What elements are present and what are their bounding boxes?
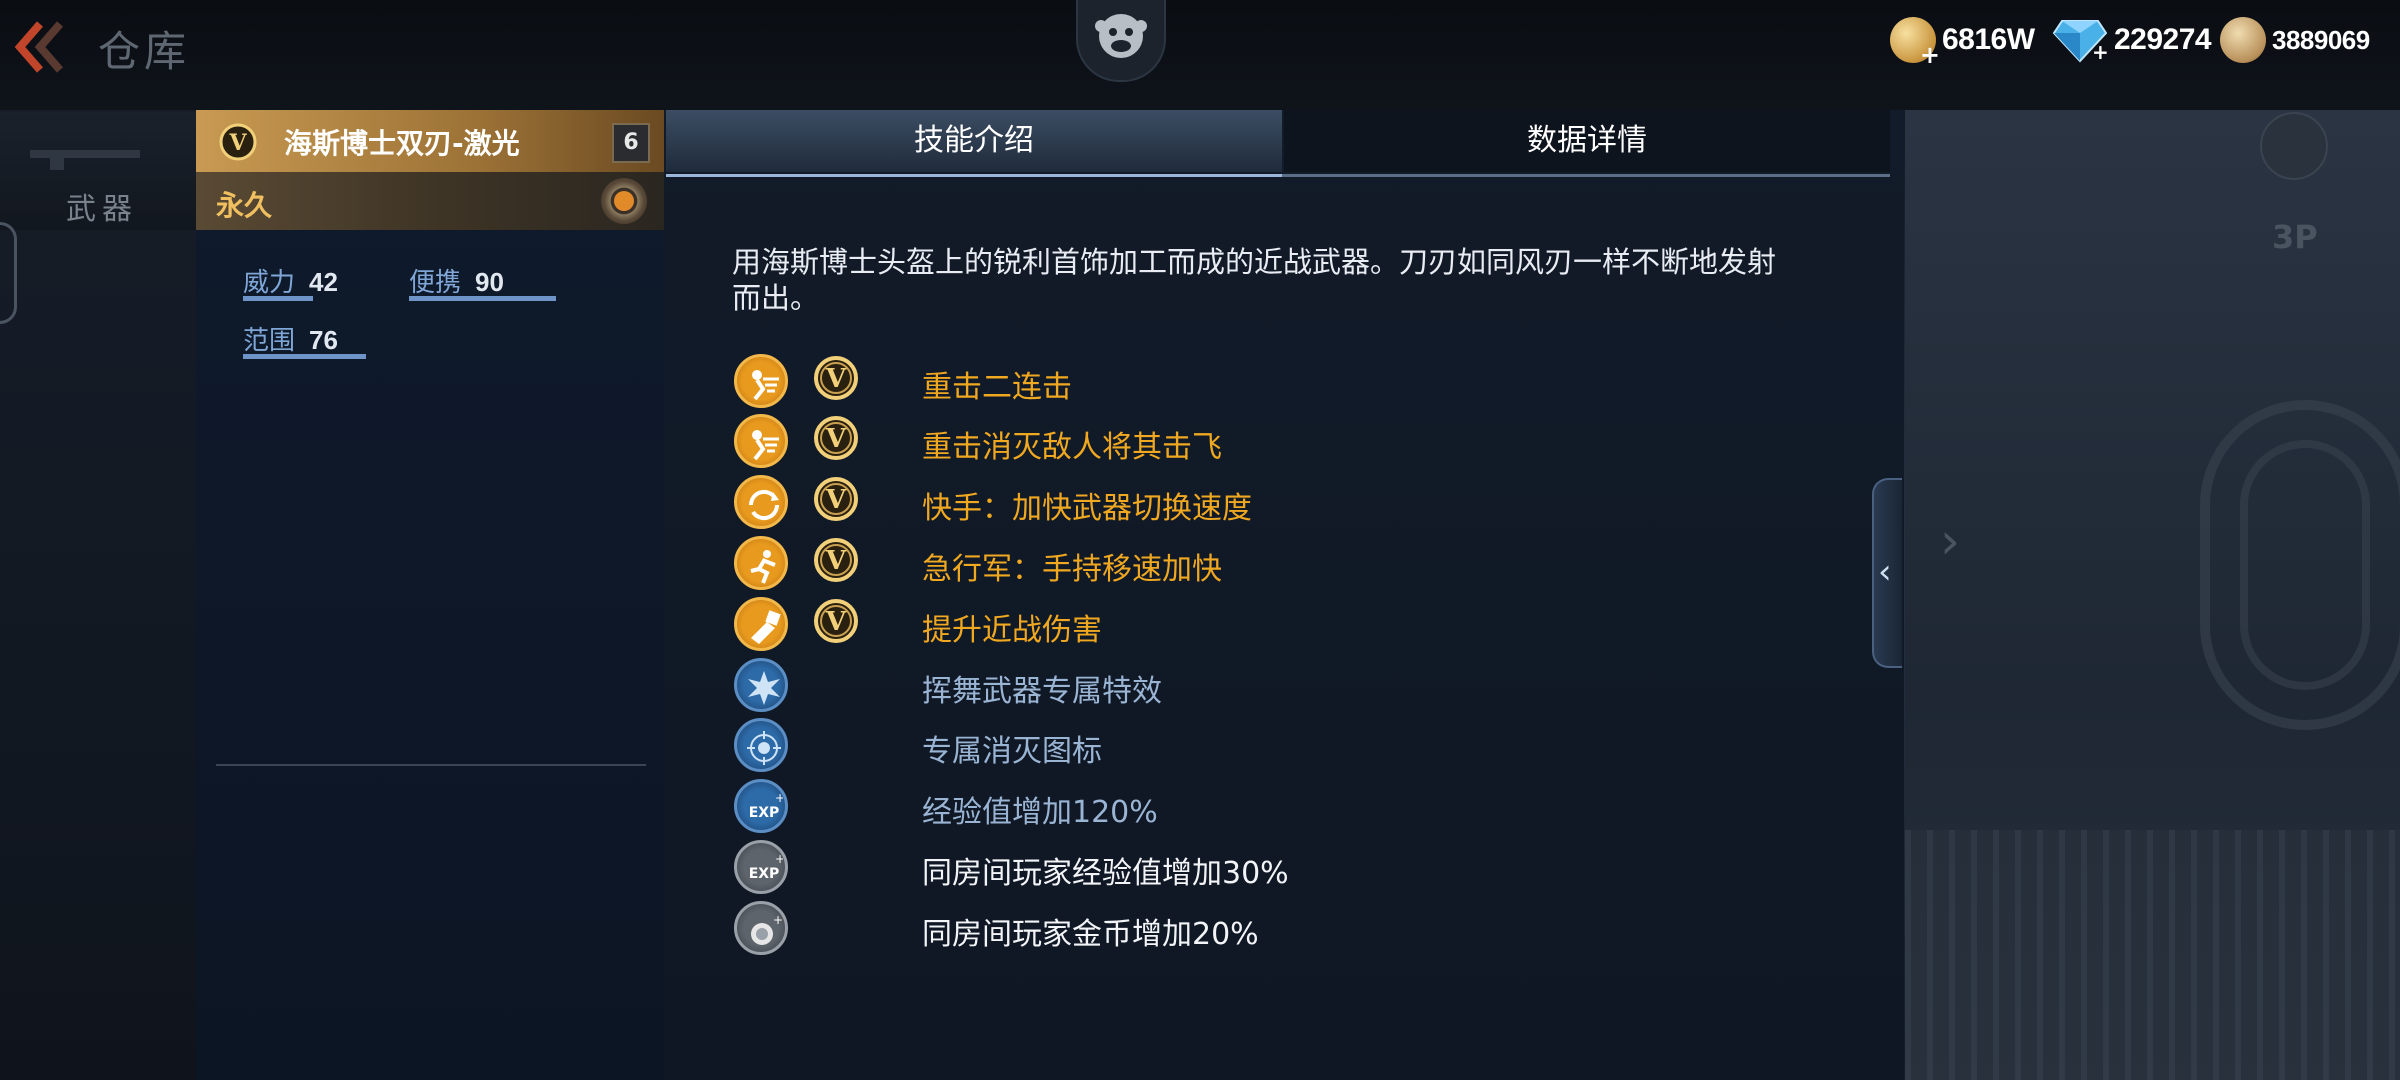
stat-portability: 便携 90 (409, 262, 504, 299)
token-icon (2220, 17, 2266, 63)
perk-row: EXP + 经验值增加120% (734, 779, 1834, 835)
perk-text: 挥舞武器专属特效 (922, 674, 1162, 709)
svg-text:+: + (775, 791, 783, 805)
tab-data-details[interactable]: 数据详情 (1284, 110, 1890, 172)
diamond-currency[interactable]: + 229274 (2052, 16, 2212, 64)
perk-text: 快手：加快武器切换速度 (922, 491, 1252, 526)
gold-currency[interactable]: 6816W (1890, 16, 2035, 69)
perk-row: EXP + 同房间玩家经验值增加30% (734, 840, 1834, 896)
gorilla-emblem-icon[interactable] (1076, 0, 1166, 82)
vip-badge-icon: V (218, 122, 258, 166)
stat-power: 威力 42 (243, 262, 338, 299)
perk-row: + 同房间玩家金币增加20% (734, 901, 1834, 957)
weapon-duration: 永久 (216, 189, 273, 222)
vip-badge-icon: V (812, 354, 860, 406)
gold-coin-icon (1890, 17, 1940, 69)
perk-row: V 急行军：手持移速加快 (734, 536, 1834, 592)
heavy-attack-icon (734, 354, 788, 408)
left-edge-handle[interactable] (0, 222, 17, 324)
tab-skill-intro[interactable]: 技能介绍 (666, 110, 1282, 172)
card-divider (216, 764, 646, 766)
perk-text: 专属消灭图标 (922, 734, 1102, 769)
background-target-rings (2200, 400, 2400, 730)
back-arrow-icon (14, 21, 64, 73)
svg-text:V: V (825, 546, 847, 576)
duration-medal-icon (601, 178, 647, 224)
svg-text:EXP: EXP (749, 805, 780, 821)
stat-power-label: 威力 (243, 268, 296, 298)
weapon-name: 海斯博士双刃-激光 (284, 127, 520, 160)
svg-text:V: V (825, 485, 847, 515)
stat-range-bar (243, 354, 366, 359)
token-currency[interactable]: 3889069 (2220, 16, 2370, 64)
stat-power-value: 42 (309, 267, 338, 297)
svg-text:V: V (825, 424, 847, 454)
exp-icon: EXP + (734, 779, 788, 833)
svg-text:EXP: EXP (749, 866, 780, 882)
coin-bonus-icon: + (734, 901, 788, 955)
svg-text:V: V (228, 130, 247, 156)
back-button[interactable] (10, 18, 70, 76)
exp-icon: EXP + (734, 840, 788, 894)
weapon-switch-icon (734, 475, 788, 529)
skill-panel: 技能介绍 数据详情 用海斯博士头盔上的锐利首饰加工而成的近战武器。刀刃如同风刃一… (664, 110, 1904, 1080)
svg-text:+: + (775, 852, 783, 866)
background-left (0, 110, 196, 1080)
tab-active-underline (666, 174, 1282, 177)
tab-bar: 技能介绍 数据详情 (664, 110, 1890, 177)
vip-badge-icon: V (812, 414, 860, 466)
perk-row: 挥舞武器专属特效 (734, 658, 1834, 714)
stat-range-label: 范围 (243, 326, 296, 356)
collapse-panel-button[interactable]: ‹ (1872, 478, 1902, 668)
perk-text: 经验值增加120% (922, 795, 1158, 830)
diamond-value: 229274 (2114, 23, 2212, 56)
diamond-icon: + (2052, 17, 2109, 64)
token-value: 3889069 (2272, 24, 2370, 55)
kill-icon (734, 718, 788, 772)
background-floor (1905, 830, 2400, 1080)
perk-row: V 重击消灭敌人将其击飞 (734, 414, 1834, 470)
perk-text: 同房间玩家金币增加20% (922, 917, 1259, 952)
chevron-left-icon: ‹ (1878, 552, 1892, 592)
perk-text: 重击消灭敌人将其击飞 (922, 430, 1222, 465)
svg-text:+: + (773, 913, 783, 927)
sidebar-tab-label: 武器 (66, 192, 138, 227)
vip-badge-icon: V (812, 536, 860, 588)
svg-text:V: V (825, 364, 847, 394)
perk-text: 提升近战伤害 (922, 613, 1102, 648)
perk-text: 同房间玩家经验值增加30% (922, 856, 1289, 891)
stat-portability-bar (409, 296, 556, 301)
rifle-icon (30, 150, 140, 170)
stat-range: 范围 76 (243, 320, 338, 357)
running-icon (734, 536, 788, 590)
perk-text: 急行军：手持移速加快 (922, 552, 1222, 587)
page-title: 仓库 (98, 27, 191, 76)
background-settings-button (2260, 112, 2328, 180)
perk-row: 专属消灭图标 (734, 718, 1834, 774)
melee-damage-icon (734, 597, 788, 651)
svg-text:+: + (2092, 40, 2108, 63)
background-arrow-icon: › (1940, 512, 1960, 570)
gold-value: 6816W (1942, 23, 2035, 56)
perk-row: V 重击二连击 (734, 354, 1834, 410)
perk-row: V 提升近战伤害 (734, 597, 1834, 653)
stat-portability-label: 便携 (409, 268, 462, 298)
stat-range-value: 76 (309, 325, 338, 355)
weapon-level: 6 (612, 123, 650, 163)
weapon-description: 用海斯博士头盔上的锐利首饰加工而成的近战武器。刀刃如同风刃一样不断地发射而出。 (732, 245, 1777, 315)
top-bar: 仓库 6816W + 229274 3889069 (0, 0, 2400, 110)
stat-power-bar (243, 296, 313, 301)
stat-portability-value: 90 (475, 267, 504, 297)
burst-effect-icon (734, 658, 788, 712)
weapon-header: V 海斯博士双刃-激光 6 (196, 110, 664, 172)
perk-text: 重击二连击 (922, 370, 1072, 405)
weapon-card: V 海斯博士双刃-激光 6 永久 威力 42 便携 90 范围 76 (196, 110, 665, 1080)
third-person-label: 3P (2272, 218, 2318, 256)
perk-row: V 快手：加快武器切换速度 (734, 475, 1834, 531)
vip-badge-icon: V (812, 475, 860, 527)
svg-text:V: V (825, 607, 847, 637)
weapon-duration-row: 永久 (196, 172, 664, 230)
heavy-attack-icon (734, 414, 788, 468)
vip-badge-icon: V (812, 597, 860, 649)
